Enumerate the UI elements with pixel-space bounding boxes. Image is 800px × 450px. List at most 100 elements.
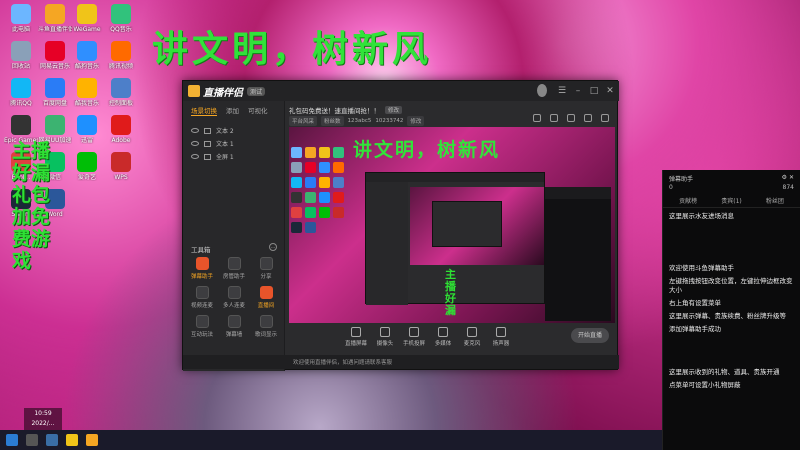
douyu-taskbar-icon[interactable] <box>86 434 98 446</box>
notice-bar: 欢迎使用直播伴侣，如遇问题请联系客服 <box>285 355 619 369</box>
tool-item[interactable]: 弹幕墙 <box>219 315 249 338</box>
preview-icon <box>291 177 302 188</box>
tab-fans[interactable]: 粉丝团 <box>766 196 784 205</box>
app-icon <box>77 115 97 135</box>
minimize-icon[interactable]: – <box>573 86 583 96</box>
menu-icon[interactable]: ☰ <box>557 86 567 96</box>
desktop-icon[interactable]: 酷狗音乐 <box>70 41 104 70</box>
eye-icon[interactable] <box>191 141 199 146</box>
source-label: 全屏 1 <box>216 154 234 161</box>
toolbar-button[interactable]: 扬声器 <box>488 327 514 347</box>
maximize-icon[interactable]: □ <box>589 86 599 96</box>
meta-edit-button[interactable]: 修改 <box>407 116 425 126</box>
search-icon[interactable] <box>26 434 38 446</box>
desktop-icon-label: 斗鱼直播伴侣 <box>38 26 72 33</box>
tool-label: 分享 <box>260 274 272 280</box>
desktop-icon[interactable]: 回收站 <box>4 41 38 70</box>
tab-add[interactable]: 添加 <box>226 105 239 116</box>
tab-scene[interactable]: 场景切换 <box>191 105 217 116</box>
desktop-icon[interactable]: 百度网盘 <box>38 78 72 107</box>
desktop-icon[interactable]: 爱奇艺 <box>70 152 104 181</box>
tool-item[interactable]: 互动玩法 <box>187 315 217 338</box>
desktop-icon[interactable]: WPS <box>104 152 138 181</box>
preview-icon <box>319 177 330 188</box>
app-icon <box>11 4 31 24</box>
version-tag[interactable]: 测试 <box>247 86 266 96</box>
text-icon <box>204 127 211 134</box>
eye-icon[interactable] <box>191 154 199 159</box>
toolbar-icon <box>380 327 390 337</box>
toolbar-icon <box>351 327 361 337</box>
streaming-app-window: 直播伴侣 测试 ☰ – □ ✕ 场景切换 添加 可视化 文本 2 文本 1 全屏… <box>182 80 619 371</box>
online-count: 0 <box>669 184 673 191</box>
preview-icon <box>305 192 316 203</box>
help-icon[interactable] <box>584 114 592 122</box>
source-item[interactable]: 全屏 1 <box>191 150 276 163</box>
app-icon <box>77 78 97 98</box>
toolbar-button[interactable]: 手机投屏 <box>401 327 427 347</box>
chat-message: 这里展示弹幕、贵族续费、粉丝牌升级等 <box>669 312 786 320</box>
desktop-icon[interactable]: 控制面板 <box>104 78 138 107</box>
tool-item[interactable]: 视频连麦 <box>187 286 217 309</box>
room-title[interactable]: 礼包码免费送！速直播间抢！！ <box>289 105 380 115</box>
desktop-icon[interactable]: 斗鱼直播伴侣 <box>38 4 72 33</box>
settings-icon[interactable] <box>567 114 575 122</box>
avatar[interactable] <box>537 84 547 97</box>
desktop-icon-label: 腾讯QQ <box>10 100 32 107</box>
desktop-icon[interactable]: Adobe <box>104 115 138 144</box>
desktop-icon[interactable]: 迅雷 <box>70 115 104 144</box>
banner-text: 讲文明，树新风 <box>152 28 433 70</box>
vertical-overlay-text: 主播好漏礼包加免费游戏 <box>12 140 51 272</box>
tab-vip[interactable]: 贵宾(1) <box>721 196 742 205</box>
edge-icon[interactable] <box>46 434 58 446</box>
tab-contribution[interactable]: 贡献榜 <box>679 196 697 205</box>
toolbar-icon <box>496 327 506 337</box>
desktop-icon[interactable]: 腾讯视频 <box>104 41 138 70</box>
toolbar-icon <box>438 327 448 337</box>
desktop-icon[interactable]: 酷我音乐 <box>70 78 104 107</box>
tool-item[interactable]: 直播间 <box>251 286 281 309</box>
tool-item[interactable]: 多人连麦 <box>219 286 249 309</box>
close-icon[interactable]: ✕ <box>605 86 615 96</box>
toolbox-more-icon[interactable]: … <box>269 243 277 251</box>
app-logo: 直播伴侣 测试 <box>183 84 283 99</box>
tool-item[interactable]: 房管助手 <box>219 257 249 280</box>
tool-item[interactable]: 歌词显示 <box>251 315 281 338</box>
desktop-icon[interactable]: WeGame <box>70 4 104 33</box>
share-icon[interactable] <box>533 114 541 122</box>
desktop-icon[interactable]: 此电脑 <box>4 4 38 33</box>
desktop-icon-label: 百度网盘 <box>42 100 67 107</box>
desktop-icon[interactable]: 腾讯QQ <box>4 78 38 107</box>
source-item[interactable]: 文本 2 <box>191 124 276 137</box>
start-live-button[interactable]: 开始直播 <box>571 328 609 343</box>
toolbar-icon <box>409 327 419 337</box>
preview-icon <box>291 162 302 173</box>
folder-icon[interactable] <box>66 434 78 446</box>
tool-label: 弹幕助手 <box>190 274 213 280</box>
tool-item[interactable]: 分享 <box>251 257 281 280</box>
chat-message: 这里展示收到的礼物、道具、贵族开通 <box>669 368 780 376</box>
desktop-icon[interactable]: QQ音乐 <box>104 4 138 33</box>
tool-icon <box>227 257 241 270</box>
app-icon <box>77 4 97 24</box>
windows-start-icon[interactable] <box>6 434 18 446</box>
tab-visual[interactable]: 可视化 <box>248 105 268 116</box>
toolbar-button[interactable]: 麦克风 <box>459 327 485 347</box>
desktop-icon-label: QQ音乐 <box>110 26 132 33</box>
desktop-icon[interactable]: 网易云音乐 <box>38 41 72 70</box>
tool-item[interactable]: 弹幕助手 <box>187 257 217 280</box>
edit-title-button[interactable]: 修改 <box>385 106 403 114</box>
toolbar-button[interactable]: 摄像头 <box>372 327 398 347</box>
meta-category[interactable]: 平台风采 <box>289 116 318 126</box>
preview-banner-text: 讲文明，树新风 <box>353 139 501 161</box>
danmu-chat-panel: 弹幕助手 ⚙ ✕ 0 874 贡献榜 贵宾(1) 粉丝团 这里展示水友进场消息 … <box>662 170 800 450</box>
source-item[interactable]: 文本 1 <box>191 137 276 150</box>
chat-settings-icon[interactable]: ⚙ ✕ <box>782 174 794 181</box>
notification-icon[interactable] <box>601 114 609 122</box>
toolbar-button[interactable]: 直播屏幕 <box>343 327 369 347</box>
app-icon <box>45 78 65 98</box>
gift-icon[interactable] <box>550 114 558 122</box>
toolbar-button[interactable]: 多媒体 <box>430 327 456 347</box>
eye-icon[interactable] <box>191 128 199 133</box>
meta-fans[interactable]: 粉丝数 <box>321 116 344 126</box>
